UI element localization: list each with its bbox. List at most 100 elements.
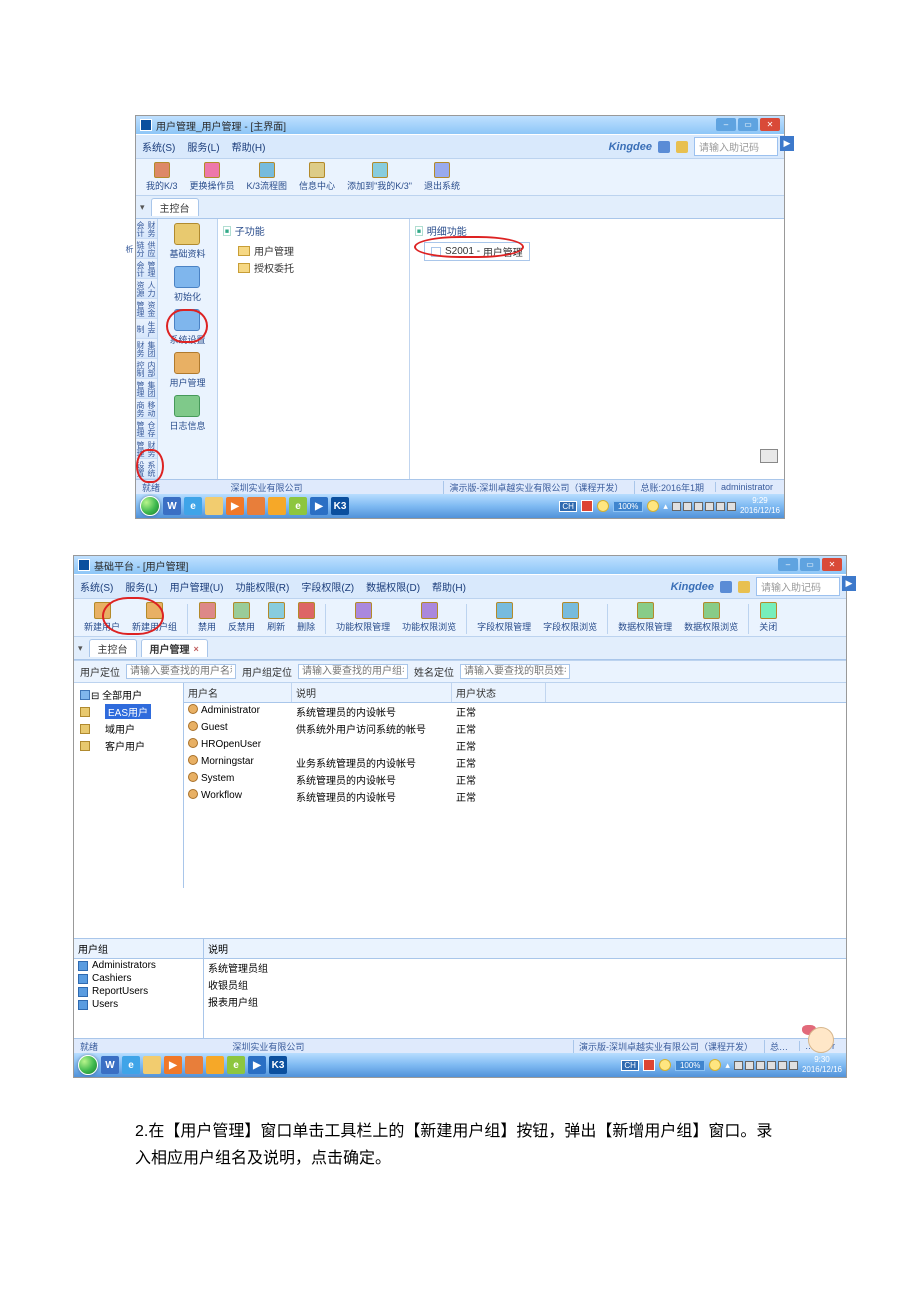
tree-client-user[interactable]: 客户用户 bbox=[77, 737, 180, 754]
menu-service[interactable]: 服务(L) bbox=[125, 579, 157, 594]
vtab[interactable]: 人力资源 bbox=[136, 279, 157, 299]
task-app4-icon[interactable]: ▶ bbox=[248, 1056, 266, 1074]
menu-func-perm[interactable]: 功能权限(R) bbox=[235, 579, 289, 594]
tb-new-user[interactable]: 新建用户 bbox=[78, 601, 126, 634]
tab-main[interactable]: 主控台 bbox=[151, 198, 199, 216]
task-explorer-icon[interactable] bbox=[143, 1056, 161, 1074]
tb-data-perm-mgmt[interactable]: 数据权限管理 bbox=[612, 601, 678, 634]
group-row[interactable]: Users bbox=[74, 998, 203, 1011]
grid-row[interactable]: Administrator系统管理员的内设帐号正常 bbox=[184, 703, 846, 720]
tray-icon[interactable] bbox=[672, 502, 681, 511]
vtab[interactable]: 仓存管理 bbox=[136, 419, 157, 439]
tray-icon[interactable] bbox=[727, 502, 736, 511]
tray-caret-icon[interactable]: ▴ bbox=[663, 501, 668, 512]
side-user-mgmt[interactable]: 用户管理 bbox=[169, 352, 205, 389]
task-app3-icon[interactable]: e bbox=[289, 497, 307, 515]
tab-caret-icon[interactable]: ▾ bbox=[140, 202, 145, 213]
menu-field-perm[interactable]: 字段权限(Z) bbox=[301, 579, 354, 594]
tray-icon[interactable] bbox=[745, 1061, 754, 1070]
tb-myk3[interactable]: 我的K/3 bbox=[140, 161, 184, 193]
tray-icon[interactable] bbox=[734, 1061, 743, 1070]
task-k3-icon[interactable]: K3 bbox=[331, 497, 349, 515]
vtab-system-settings[interactable]: 系统设置 bbox=[136, 459, 157, 479]
tab-main[interactable]: 主控台 bbox=[89, 639, 137, 657]
clock[interactable]: 9:29 2016/12/16 bbox=[740, 496, 780, 516]
groups-header-name[interactable]: 用户组 bbox=[74, 939, 203, 959]
filter-user-input[interactable] bbox=[126, 664, 236, 679]
tb-info[interactable]: 信息中心 bbox=[293, 161, 341, 193]
close-button[interactable]: ✕ bbox=[760, 118, 780, 131]
side-init[interactable]: 初始化 bbox=[174, 266, 201, 303]
zoom-indicator[interactable]: 100% bbox=[675, 1060, 705, 1071]
vtab[interactable]: 供应链分析 bbox=[136, 239, 157, 259]
tray-icon[interactable] bbox=[778, 1061, 787, 1070]
tree-eas-user[interactable]: EAS用户 bbox=[77, 703, 180, 720]
tray-icon[interactable] bbox=[767, 1061, 776, 1070]
task-app-icon[interactable] bbox=[185, 1056, 203, 1074]
task-word-icon[interactable]: W bbox=[101, 1056, 119, 1074]
grid-header-desc[interactable]: 说明 bbox=[292, 683, 452, 702]
menu-user-mgmt[interactable]: 用户管理(U) bbox=[170, 579, 224, 594]
vtab[interactable]: 集团管理 bbox=[136, 379, 157, 399]
tray-icon[interactable] bbox=[683, 502, 692, 511]
title-bar[interactable]: 基础平台 - [用户管理] – ▭ ✕ bbox=[74, 556, 846, 574]
group-row[interactable]: ReportUsers bbox=[74, 985, 203, 998]
vtab[interactable]: 财务会计 bbox=[136, 219, 157, 239]
ime-mode-icon[interactable] bbox=[643, 1059, 655, 1071]
tray-caret-icon[interactable]: ▴ bbox=[725, 1060, 730, 1071]
zoom-indicator[interactable]: 100% bbox=[613, 501, 643, 512]
vtab[interactable]: 资金管理 bbox=[136, 299, 157, 319]
task-app4-icon[interactable]: ▶ bbox=[310, 497, 328, 515]
tray-icon[interactable] bbox=[756, 1061, 765, 1070]
menu-help[interactable]: 帮助(H) bbox=[432, 579, 466, 594]
menu-service[interactable]: 服务(L) bbox=[187, 139, 219, 154]
menu-data-perm[interactable]: 数据权限(D) bbox=[366, 579, 420, 594]
grid-header-name[interactable]: 用户名 bbox=[184, 683, 292, 702]
tb-func-perm-mgmt[interactable]: 功能权限管理 bbox=[330, 601, 396, 634]
task-app2-icon[interactable] bbox=[268, 497, 286, 515]
tb-disable[interactable]: 禁用 bbox=[192, 601, 222, 634]
tab-user-mgmt[interactable]: 用户管理× bbox=[141, 639, 208, 657]
ime-lang[interactable]: CH bbox=[559, 501, 577, 512]
tree-domain-user[interactable]: 域用户 bbox=[77, 720, 180, 737]
tb-func-perm-view[interactable]: 功能权限浏览 bbox=[396, 601, 462, 634]
start-button[interactable] bbox=[78, 1055, 98, 1075]
tab-close-icon[interactable]: × bbox=[194, 644, 199, 654]
sub-auth-delegate[interactable]: 授权委托 bbox=[222, 259, 405, 276]
grid-row[interactable]: Workflow系统管理员的内设帐号正常 bbox=[184, 788, 846, 805]
tb-enable[interactable]: 反禁用 bbox=[222, 601, 261, 634]
task-media-icon[interactable]: ▶ bbox=[164, 1056, 182, 1074]
task-word-icon[interactable]: W bbox=[163, 497, 181, 515]
tb-close[interactable]: 关闭 bbox=[753, 601, 783, 634]
help-go-button[interactable]: ▶ bbox=[780, 136, 794, 151]
minimize-button[interactable]: – bbox=[778, 558, 798, 571]
tb-flow[interactable]: K/3流程图 bbox=[241, 161, 294, 193]
filter-name-input[interactable] bbox=[460, 664, 570, 679]
task-app2-icon[interactable] bbox=[206, 1056, 224, 1074]
tb-delete[interactable]: 删除 bbox=[291, 601, 321, 634]
task-ie-icon[interactable]: e bbox=[184, 497, 202, 515]
clock[interactable]: 9:30 2016/12/16 bbox=[802, 1055, 842, 1075]
tb-refresh[interactable]: 刷新 bbox=[261, 601, 291, 634]
tab-caret-icon[interactable]: ▾ bbox=[78, 643, 83, 654]
menu-system[interactable]: 系统(S) bbox=[142, 139, 175, 154]
close-button[interactable]: ✕ bbox=[822, 558, 842, 571]
title-bar[interactable]: 用户管理_用户管理 - [主界面] – ▭ ✕ bbox=[136, 116, 784, 134]
tb-field-perm-view[interactable]: 字段权限浏览 bbox=[537, 601, 603, 634]
maximize-button[interactable]: ▭ bbox=[738, 118, 758, 131]
tb-new-user-group[interactable]: 新建用户组 bbox=[126, 601, 183, 634]
tb-field-perm-mgmt[interactable]: 字段权限管理 bbox=[471, 601, 537, 634]
group-row[interactable]: Administrators bbox=[74, 959, 203, 972]
vtab[interactable]: 移动商务 bbox=[136, 399, 157, 419]
tray-icon[interactable] bbox=[705, 502, 714, 511]
tray-icon[interactable] bbox=[789, 1061, 798, 1070]
filter-group-input[interactable] bbox=[298, 664, 408, 679]
help-search[interactable]: 请输入助记码 bbox=[694, 137, 778, 156]
tray-icon[interactable] bbox=[716, 502, 725, 511]
detail-item[interactable]: S2001 - 用户管理 bbox=[424, 242, 530, 261]
tb-exit[interactable]: 退出系统 bbox=[418, 161, 466, 193]
menu-system[interactable]: 系统(S) bbox=[80, 579, 113, 594]
minimize-button[interactable]: – bbox=[716, 118, 736, 131]
grid-row[interactable]: Guest供系统外用户访问系统的帐号正常 bbox=[184, 720, 846, 737]
tb-data-perm-view[interactable]: 数据权限浏览 bbox=[678, 601, 744, 634]
